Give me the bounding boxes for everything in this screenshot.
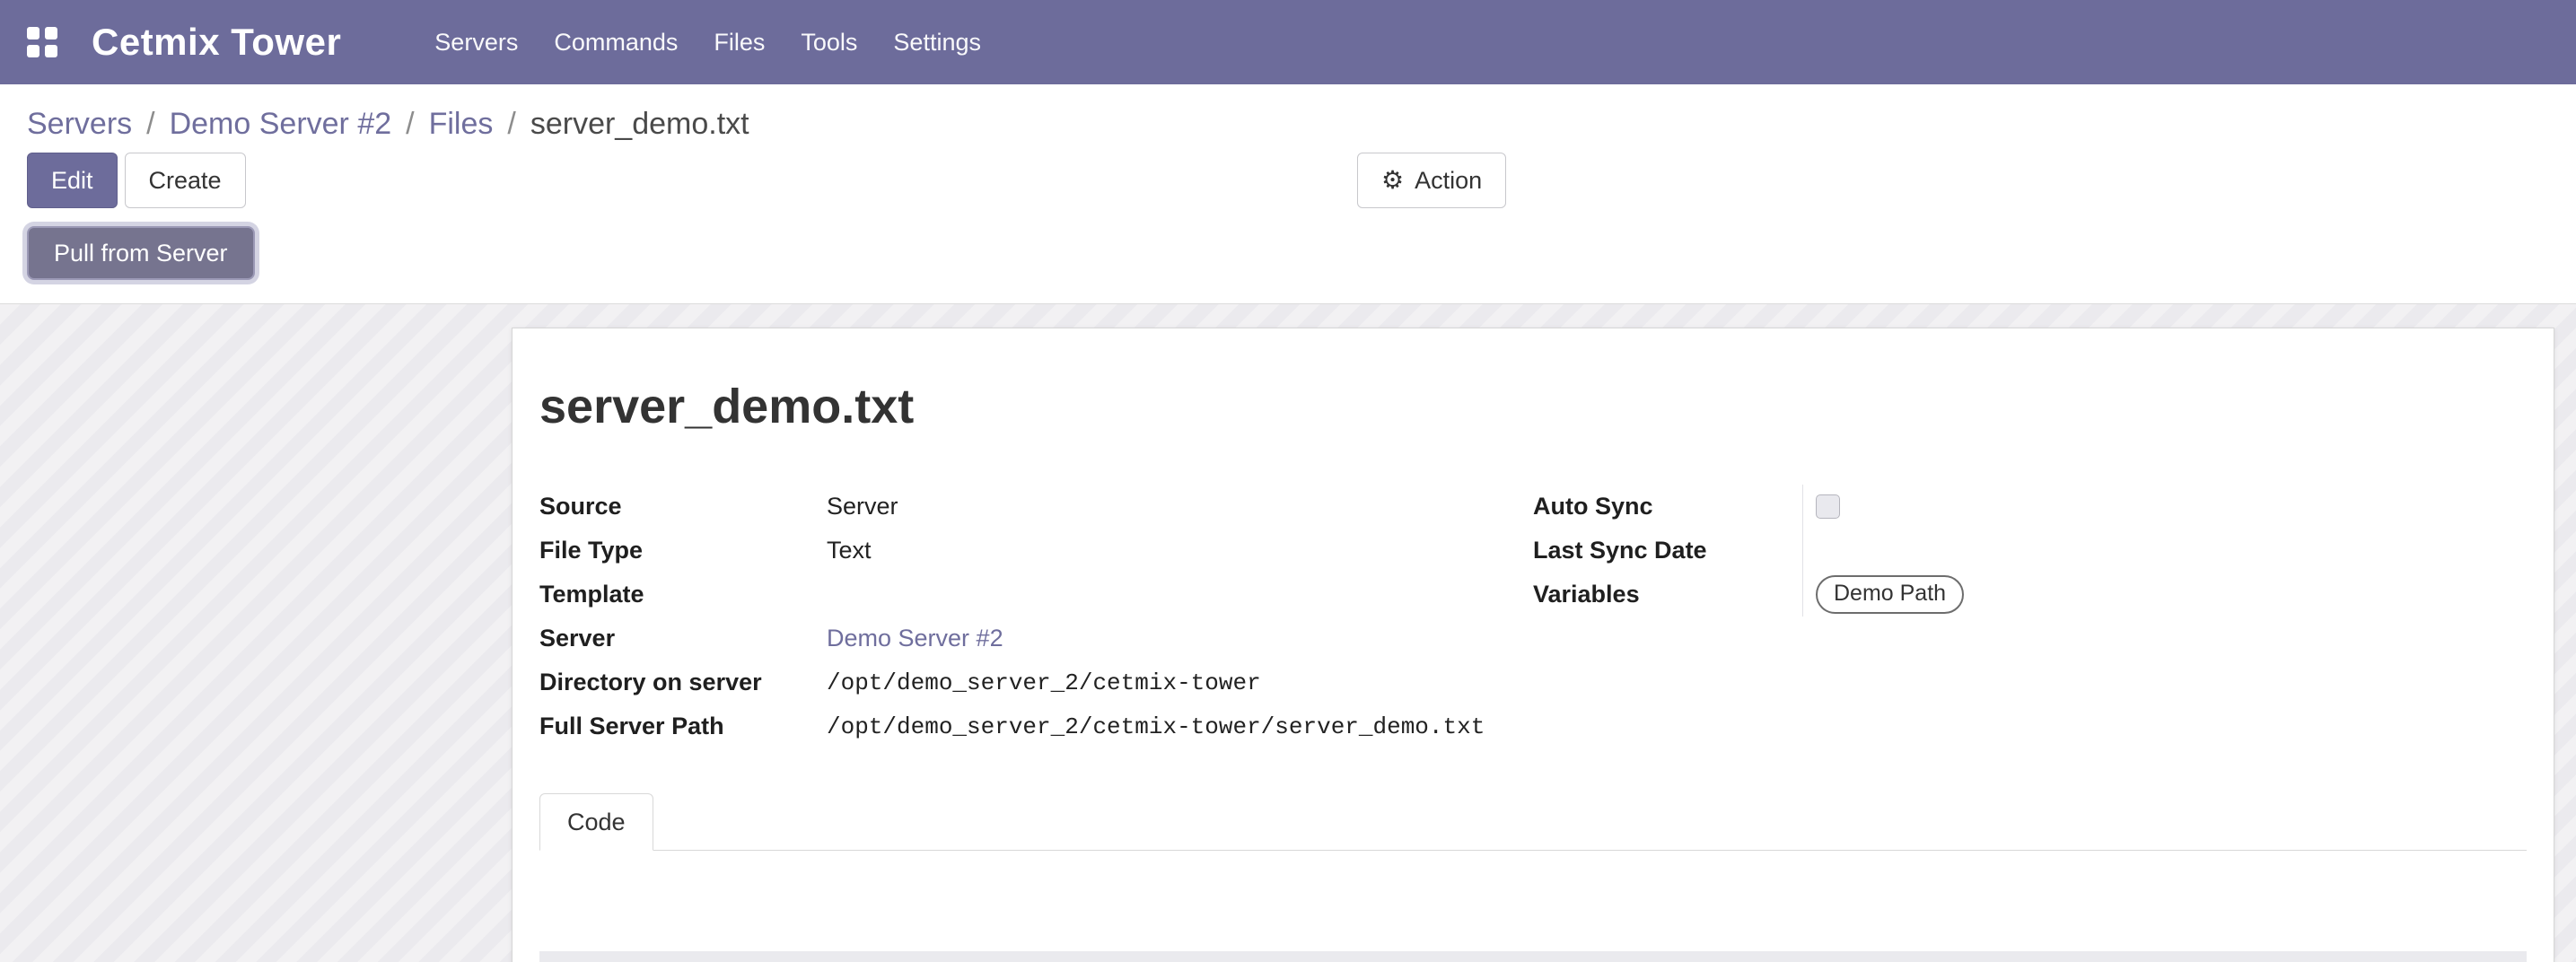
form-sheet: server_demo.txt Source Server File Type … <box>512 328 2554 962</box>
nav-item-tools[interactable]: Tools <box>801 29 857 57</box>
field-row-last-sync-date: Last Sync Date <box>1533 529 2527 573</box>
field-value-directory: /opt/demo_server_2/cetmix-tower <box>827 669 1533 696</box>
apps-icon-square <box>45 27 57 39</box>
auto-sync-checkbox[interactable] <box>1816 494 1840 519</box>
code-tab-content <box>539 951 2527 962</box>
right-field-group: Auto Sync Last Sync Date Variables Demo … <box>1533 485 2527 748</box>
field-value-server-link[interactable]: Demo Server #2 <box>827 625 1533 652</box>
apps-menu-icon[interactable] <box>27 27 57 57</box>
field-row-variables: Variables Demo Path <box>1533 573 2527 617</box>
app-title[interactable]: Cetmix Tower <box>92 21 341 64</box>
field-row-source: Source Server <box>539 485 1533 529</box>
pull-from-server-button[interactable]: Pull from Server <box>27 226 255 280</box>
field-row-template: Template <box>539 573 1533 617</box>
field-label-directory: Directory on server <box>539 669 827 696</box>
field-value-source: Server <box>827 493 1533 520</box>
apps-icon-square <box>27 27 39 39</box>
field-label-source: Source <box>539 493 827 520</box>
nav-menu: Servers Commands Files Tools Settings <box>434 29 1017 57</box>
breadcrumb-servers[interactable]: Servers <box>27 102 132 145</box>
field-value-last-sync-date <box>1802 529 2527 573</box>
field-row-server: Server Demo Server #2 <box>539 617 1533 660</box>
breadcrumb-demo-server-2[interactable]: Demo Server #2 <box>170 102 392 145</box>
nav-item-settings[interactable]: Settings <box>893 29 981 57</box>
breadcrumb-separator: / <box>406 102 414 145</box>
breadcrumb-files[interactable]: Files <box>429 102 494 145</box>
field-value-variables: Demo Path <box>1802 573 2527 617</box>
pull-row: Pull from Server <box>0 226 2576 304</box>
create-button[interactable]: Create <box>125 153 246 208</box>
main-navbar: Cetmix Tower Servers Commands Files Tool… <box>0 0 2576 84</box>
tab-code[interactable]: Code <box>539 793 653 851</box>
nav-item-files[interactable]: Files <box>714 29 765 57</box>
gear-icon: ⚙ <box>1381 168 1404 193</box>
field-row-directory: Directory on server /opt/demo_server_2/c… <box>539 660 1533 704</box>
field-row-auto-sync: Auto Sync <box>1533 485 2527 529</box>
field-label-variables: Variables <box>1533 581 1802 608</box>
action-button-label: Action <box>1415 167 1482 195</box>
field-value-auto-sync <box>1802 485 2527 529</box>
field-value-full-path: /opt/demo_server_2/cetmix-tower/server_d… <box>827 713 1533 740</box>
field-row-file-type: File Type Text <box>539 529 1533 573</box>
field-label-file-type: File Type <box>539 537 827 564</box>
breadcrumb-current: server_demo.txt <box>530 102 749 145</box>
button-row: Edit Create ⚙ Action <box>0 153 2576 208</box>
field-value-file-type: Text <box>827 537 1533 564</box>
breadcrumb-separator: / <box>507 102 515 145</box>
variables-tag-demo-path: Demo Path <box>1816 575 1964 615</box>
form-view-background: server_demo.txt Source Server File Type … <box>0 304 2576 962</box>
field-groups: Source Server File Type Text Template Se… <box>539 485 2527 748</box>
nav-item-servers[interactable]: Servers <box>434 29 518 57</box>
apps-icon-square <box>27 45 39 57</box>
breadcrumb: Servers / Demo Server #2 / Files / serve… <box>0 84 2576 145</box>
breadcrumb-separator: / <box>146 102 154 145</box>
left-field-group: Source Server File Type Text Template Se… <box>539 485 1533 748</box>
field-label-template: Template <box>539 581 827 608</box>
field-label-last-sync-date: Last Sync Date <box>1533 537 1802 564</box>
notebook-tabs: Code <box>539 793 2527 851</box>
edit-button[interactable]: Edit <box>27 153 118 208</box>
record-title: server_demo.txt <box>539 379 2527 434</box>
field-label-full-path: Full Server Path <box>539 713 827 740</box>
code-editor-placeholder <box>539 951 2527 962</box>
field-label-auto-sync: Auto Sync <box>1533 493 1802 520</box>
field-label-server: Server <box>539 625 827 652</box>
nav-item-commands[interactable]: Commands <box>554 29 678 57</box>
control-panel: Servers / Demo Server #2 / Files / serve… <box>0 84 2576 304</box>
apps-icon-square <box>45 45 57 57</box>
field-row-full-path: Full Server Path /opt/demo_server_2/cetm… <box>539 704 1533 748</box>
action-button[interactable]: ⚙ Action <box>1357 153 1506 208</box>
page: Cetmix Tower Servers Commands Files Tool… <box>0 0 2576 962</box>
